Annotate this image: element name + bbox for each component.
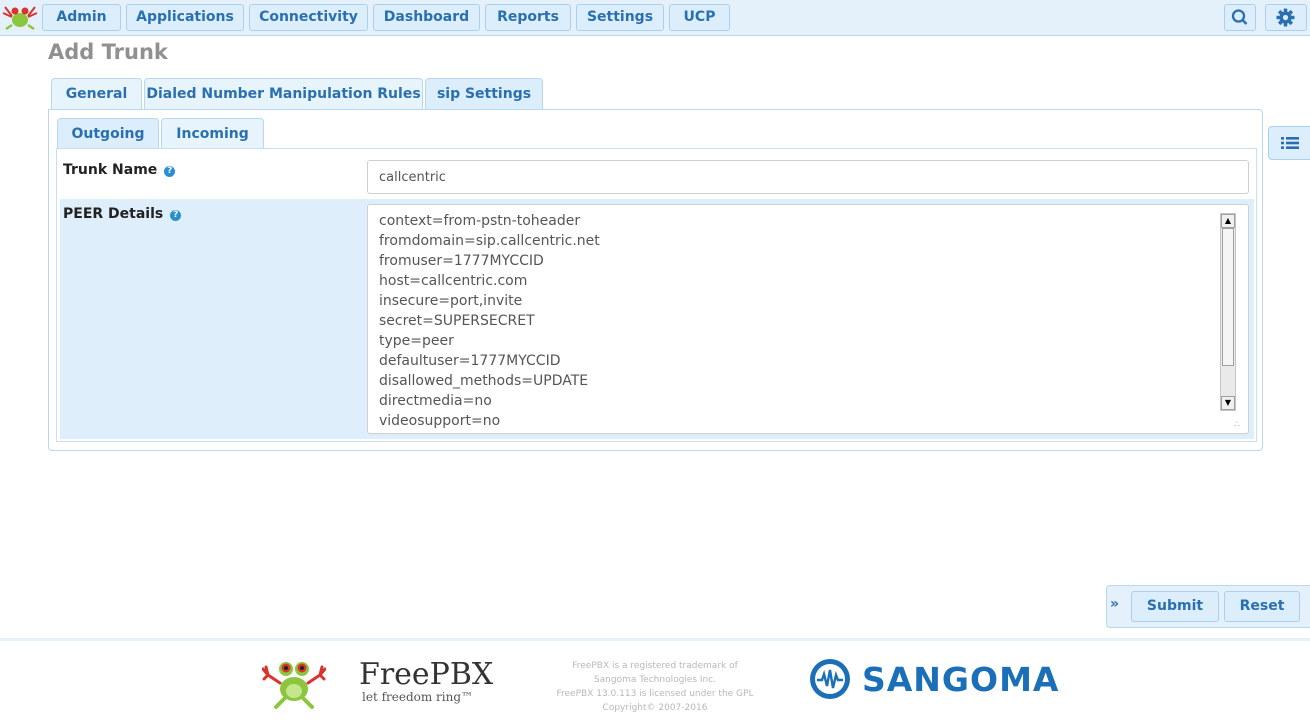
search-button[interactable] (1224, 4, 1256, 31)
peer-line: fromdomain=sip.callcentric.net (379, 233, 600, 249)
nav-dashboard[interactable]: Dashboard (373, 4, 480, 31)
help-icon[interactable]: ? (170, 210, 182, 221)
peer-details-textarea[interactable]: context=from-pstn-toheader fromdomain=si… (367, 204, 1249, 434)
peer-line: fromuser=1777MYCCID (379, 253, 544, 269)
search-icon (1231, 9, 1248, 25)
peer-line: context=from-pstn-toheader (379, 213, 581, 229)
nav-applications[interactable]: Applications (126, 4, 244, 31)
resize-grip-icon[interactable]: ∴ (1234, 421, 1246, 431)
subtab-outgoing[interactable]: Outgoing (57, 118, 159, 150)
list-icon (1281, 137, 1299, 149)
reset-button[interactable]: Reset (1224, 591, 1300, 622)
peer-line: videosupport=no (379, 413, 501, 429)
tab-sip-settings[interactable]: sip Settings (425, 78, 543, 110)
floating-nav-toggle[interactable] (1268, 126, 1310, 160)
page-title: Add Trunk (48, 40, 168, 64)
peer-details-label-group: PEER Details? (63, 206, 182, 222)
peer-line: type=peer (379, 333, 454, 349)
legal-line: Copyright© 2007-2016 (602, 703, 708, 713)
freepbx-tagline: let freedom ring™ (362, 690, 474, 704)
scrollbar-thumb[interactable] (1222, 228, 1234, 366)
tab-dialed-number-manipulation-rules[interactable]: Dialed Number Manipulation Rules (144, 78, 423, 110)
sangoma-brand: SANGOMA (862, 660, 1060, 699)
peer-line: disallowed_methods=UPDATE (379, 373, 589, 389)
trunk-name-label: Trunk Name (63, 162, 158, 178)
peer-line: directmedia=no (379, 393, 492, 409)
nav-ucp[interactable]: UCP (669, 4, 730, 31)
action-bar-toggle-icon[interactable]: » (1110, 596, 1126, 616)
submit-button[interactable]: Submit (1131, 591, 1219, 622)
scroll-up-arrow-icon[interactable]: ▲ (1221, 214, 1235, 228)
textarea-scrollbar[interactable]: ▲ ▼ (1220, 213, 1236, 411)
scroll-down-arrow-icon[interactable]: ▼ (1221, 396, 1235, 410)
peer-line: insecure=port,invite (379, 293, 523, 309)
freepbx-brand: FreePBX (359, 657, 494, 692)
top-nav: Admin Applications Connectivity Dashboar… (0, 0, 1310, 36)
nav-reports[interactable]: Reports (485, 4, 571, 31)
help-icon[interactable]: ? (164, 166, 176, 177)
peer-details-label: PEER Details (63, 206, 164, 222)
peer-line: host=callcentric.com (379, 273, 528, 289)
legal-line: FreePBX 13.0.113 is licensed under the G… (556, 689, 754, 699)
peer-line: secret=SUPERSECRET (379, 313, 535, 329)
nav-settings[interactable]: Settings (576, 4, 664, 31)
peer-details-lines: context=from-pstn-toheader fromdomain=si… (379, 211, 600, 431)
sangoma-logo-icon (809, 658, 851, 700)
trunk-name-label-group: Trunk Name? (63, 162, 176, 178)
peer-line: defaultuser=1777MYCCID (379, 353, 561, 369)
legal-notice: FreePBX is a registered trademark of San… (530, 659, 780, 715)
nav-admin[interactable]: Admin (42, 4, 121, 31)
settings-button[interactable] (1265, 4, 1307, 31)
tab-general[interactable]: General (51, 78, 142, 110)
nav-connectivity[interactable]: Connectivity (249, 4, 368, 31)
freepbx-frog-logo-icon[interactable] (2, 3, 38, 31)
legal-line: FreePBX is a registered trademark of (572, 661, 738, 671)
gear-icon (1276, 8, 1295, 27)
subtab-incoming[interactable]: Incoming (161, 118, 264, 150)
trunk-name-input[interactable] (367, 160, 1249, 194)
legal-line: Sangoma Technologies Inc. (593, 675, 717, 685)
freepbx-frog-logo-icon (261, 655, 327, 709)
